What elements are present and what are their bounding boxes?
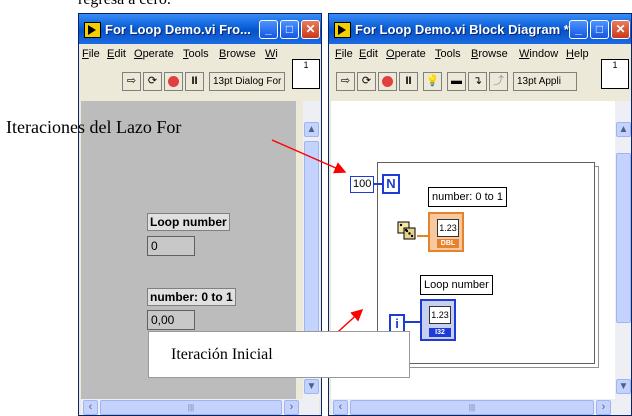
block-diagram-toolbar: ⇨ ⟳ II 💡 ▬ ↴ ⤴ 13pt Appli [329, 64, 631, 94]
scroll-up-icon[interactable]: ▲ [616, 122, 631, 137]
number-label: number: 0 to 1 [147, 288, 236, 306]
front-panel-hscrollbar[interactable]: ‹ ||| › [81, 399, 319, 415]
block-diagram-menubar: File Edit Operate Tools Browse Window He… [329, 44, 631, 64]
iterations-annotation: Iteraciones del Lazo For [6, 117, 182, 137]
menu-operate[interactable]: Operate [134, 48, 174, 60]
number-indicator-value: 1.23 [437, 219, 459, 237]
iteration-wire [403, 321, 421, 323]
step-out-icon[interactable]: ⤴ [489, 72, 508, 91]
scroll-down-icon[interactable]: ▼ [304, 379, 319, 394]
loop-number-label: Loop number [147, 213, 230, 231]
menu-tools[interactable]: Tools [183, 48, 209, 60]
run-arrow-icon[interactable]: ⇨ [122, 72, 141, 91]
block-diagram-vscrollbar[interactable]: ▲ ▼ [615, 101, 631, 399]
count-constant[interactable]: 100 [350, 176, 375, 193]
scroll-left-icon[interactable]: ‹ [83, 400, 98, 415]
scroll-left-icon[interactable]: ‹ [333, 400, 348, 415]
menu-window[interactable]: Window [519, 48, 558, 60]
loop-number-indicator-terminal[interactable]: 1.23 I32 [420, 299, 456, 341]
maximize-button[interactable]: □ [590, 20, 609, 39]
step-into-icon[interactable]: ↴ [468, 72, 487, 91]
loop-number-indicator-label: Loop number [420, 275, 493, 295]
block-diagram-titlebar[interactable]: For Loop Demo.vi Block Diagram * _ □ ✕ [329, 14, 631, 44]
scroll-right-icon[interactable]: › [284, 400, 299, 415]
minimize-button[interactable]: _ [569, 20, 588, 39]
front-panel-menubar: File Edit Operate Tools Browse Wi [79, 44, 321, 64]
hscroll-thumb[interactable]: ||| [350, 400, 594, 415]
hscroll-thumb[interactable]: ||| [100, 400, 282, 415]
run-continuously-icon[interactable]: ⟳ [143, 72, 162, 91]
menu-operate[interactable]: Operate [386, 48, 426, 60]
abort-icon[interactable] [378, 72, 397, 91]
i32-type-tag: I32 [429, 328, 451, 337]
scroll-down-icon[interactable]: ▼ [616, 379, 631, 394]
number-indicator-terminal[interactable]: 1.23 DBL [428, 212, 464, 252]
menu-help[interactable]: Help [566, 48, 589, 60]
menu-edit[interactable]: Edit [107, 48, 126, 60]
front-panel-toolbar: ⇨ ⟳ II 13pt Dialog For [79, 64, 321, 94]
front-panel-titlebar[interactable]: For Loop Demo.vi Fro... _ □ ✕ [79, 14, 321, 44]
loop-number-indicator[interactable]: 0 [147, 236, 195, 256]
menu-file[interactable]: File [335, 48, 353, 60]
random-number-dice-icon[interactable] [397, 219, 417, 241]
labview-app-icon [84, 22, 101, 38]
pause-icon[interactable]: II [399, 72, 418, 91]
scroll-up-icon[interactable]: ▲ [304, 122, 319, 137]
menu-tools[interactable]: Tools [435, 48, 461, 60]
count-wire [374, 183, 382, 185]
front-panel-title: For Loop Demo.vi Fro... [105, 22, 251, 37]
count-terminal[interactable]: N [382, 174, 400, 194]
close-button[interactable]: ✕ [611, 20, 630, 39]
number-indicator-label: number: 0 to 1 [428, 187, 507, 207]
number-indicator[interactable]: 0,00 [147, 310, 195, 330]
menu-edit[interactable]: Edit [359, 48, 378, 60]
abort-icon[interactable] [164, 72, 183, 91]
block-diagram-hscrollbar[interactable]: ‹ ||| › [331, 399, 631, 415]
menu-browse[interactable]: Browse [471, 48, 508, 60]
block-diagram-title: For Loop Demo.vi Block Diagram * [355, 22, 569, 37]
minimize-button[interactable]: _ [259, 20, 278, 39]
highlight-execution-icon[interactable]: 💡 [423, 72, 442, 91]
initial-annotation-box: Iteración Inicial [148, 331, 410, 378]
retain-wire-values-icon[interactable]: ▬ [447, 72, 466, 91]
run-continuously-icon[interactable]: ⟳ [357, 72, 376, 91]
menu-browse[interactable]: Browse [219, 48, 256, 60]
loop-number-indicator-value: 1.23 [429, 306, 451, 324]
labview-app-icon [334, 22, 351, 38]
scroll-right-icon[interactable]: › [596, 400, 611, 415]
font-ring[interactable]: 13pt Dialog For [209, 72, 285, 91]
menu-file[interactable]: File [82, 48, 100, 60]
run-arrow-icon[interactable]: ⇨ [336, 72, 355, 91]
menu-window[interactable]: Wi [265, 48, 278, 60]
dbl-type-tag: DBL [437, 239, 459, 248]
vscroll-thumb[interactable] [616, 153, 631, 323]
top-caption: regresa a cero. [78, 0, 171, 9]
font-ring[interactable]: 13pt Appli [513, 72, 577, 91]
pause-icon[interactable]: II [185, 72, 204, 91]
initial-annotation: Iteración Inicial [171, 346, 273, 363]
close-button[interactable]: ✕ [301, 20, 320, 39]
maximize-button[interactable]: □ [280, 20, 299, 39]
